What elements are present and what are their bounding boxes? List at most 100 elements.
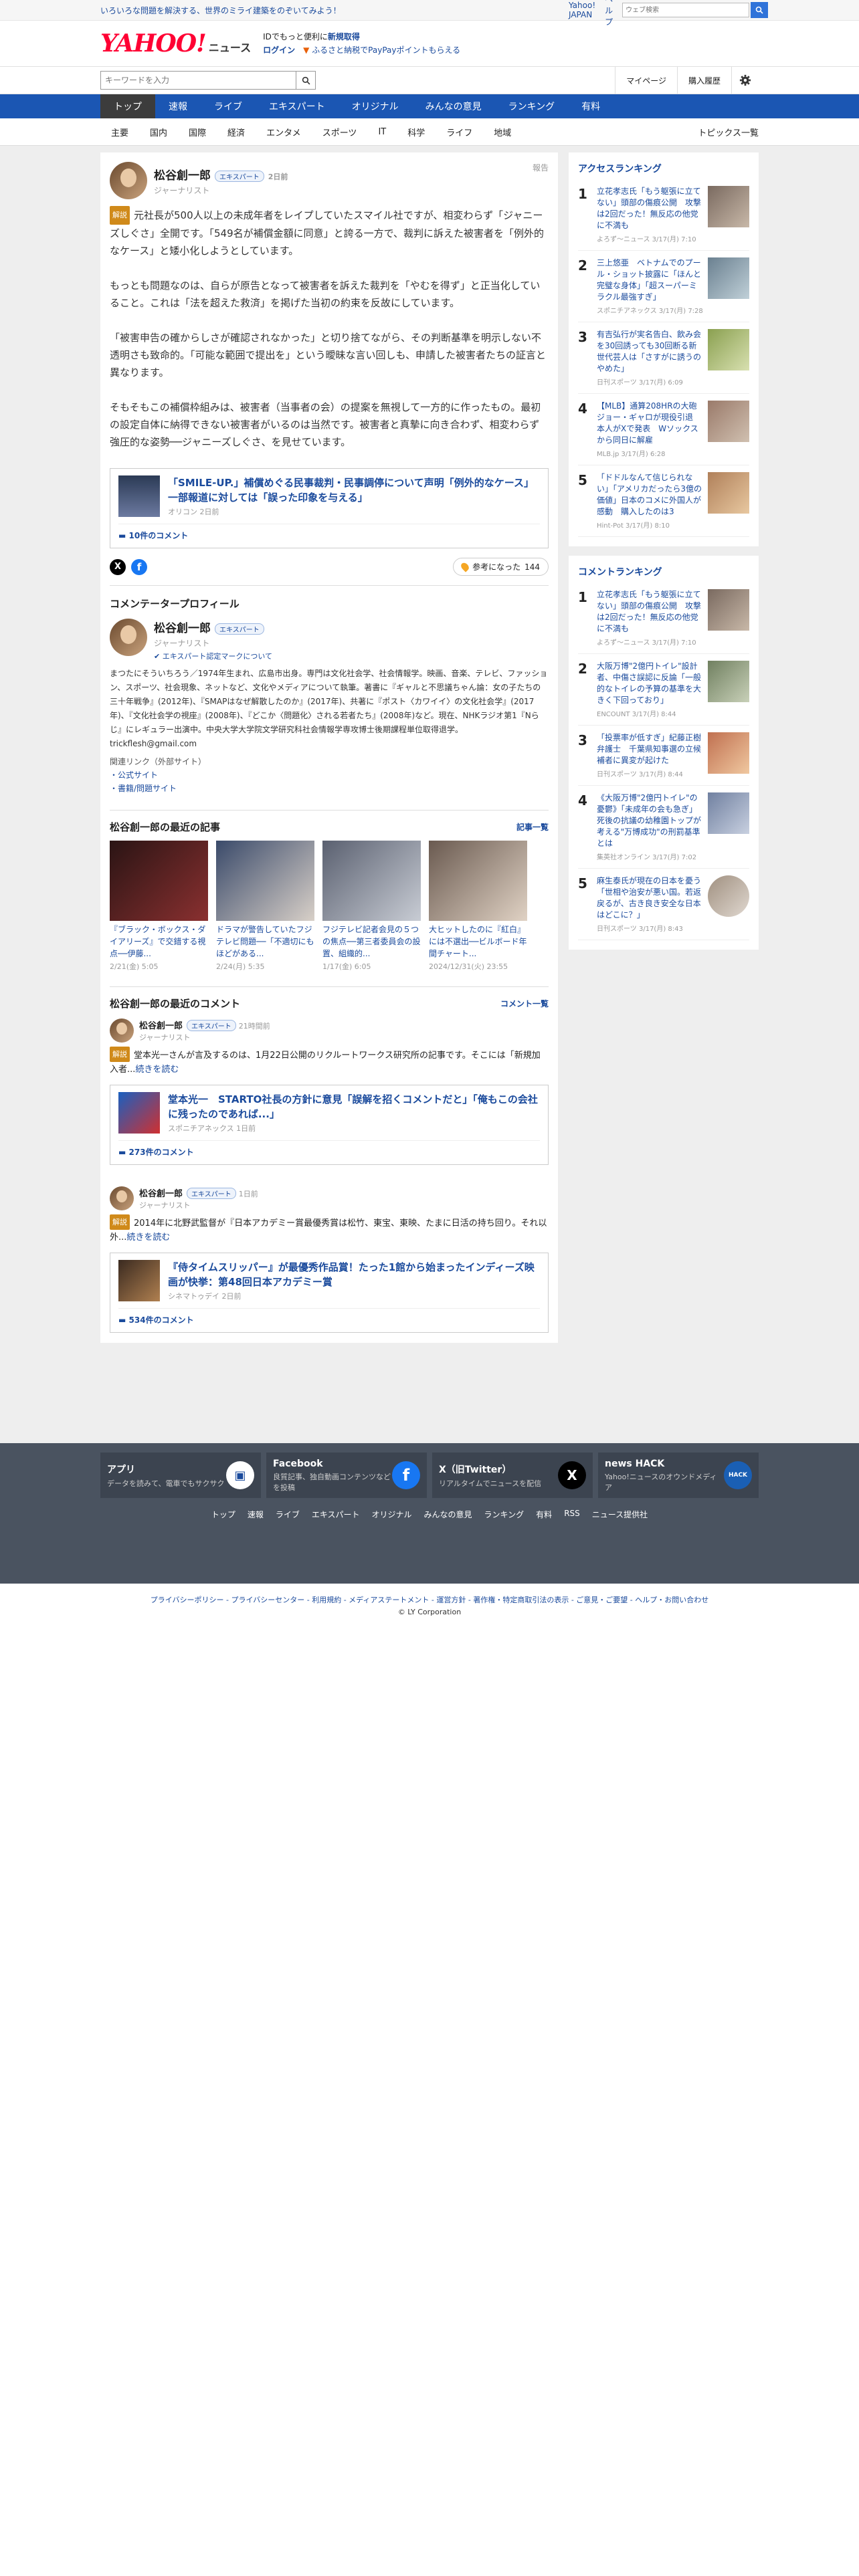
- related-article-card[interactable]: 堂本光一 STARTO社長の方針に意見「誤解を招くコメントだと」「俺もこの会社に…: [110, 1085, 549, 1165]
- category-local[interactable]: 地域: [483, 126, 522, 138]
- category-sports[interactable]: スポーツ: [312, 126, 368, 138]
- commenter-name[interactable]: 松谷創一郎: [139, 1021, 183, 1031]
- login-link[interactable]: ログイン: [263, 45, 295, 55]
- settings-button[interactable]: [731, 67, 759, 94]
- rank-number: 5: [578, 472, 587, 488]
- tab-ranking[interactable]: ランキング: [495, 94, 569, 118]
- web-search-button[interactable]: [751, 2, 769, 18]
- official-site-link[interactable]: ・公式サイト: [110, 768, 549, 782]
- footer-x-link[interactable]: X（旧Twitter） リアルタイムでニュースを配信 X: [432, 1453, 593, 1498]
- article-item[interactable]: 大ヒットしたのに『紅白』には不選出──ビルボード年間チャート... 2024/1…: [429, 841, 527, 972]
- category-domestic[interactable]: 国内: [139, 126, 178, 138]
- topics-list-link[interactable]: トピックス一覧: [698, 126, 759, 138]
- rank-number: 4: [578, 401, 587, 417]
- category-entertainment[interactable]: エンタメ: [256, 126, 312, 138]
- footer-nav-breaking[interactable]: 速報: [248, 1509, 264, 1520]
- mypage-link[interactable]: マイページ: [615, 67, 677, 94]
- ranking-item[interactable]: 4 【MLB】通算208HRの大砲ジョー・ギャロが現役引退 本人がXで発表 Wソッ…: [578, 394, 749, 465]
- comments-more-link[interactable]: コメント一覧: [500, 998, 549, 1009]
- footer-nav-providers[interactable]: ニュース提供社: [592, 1509, 648, 1520]
- commenter-name[interactable]: 松谷創一郎: [139, 1189, 183, 1199]
- category-it[interactable]: IT: [367, 127, 397, 137]
- footer-newshack-link[interactable]: news HACK Yahoo!ニュースのオウンドメディア HACK: [598, 1453, 759, 1498]
- ranking-item[interactable]: 1 立花孝志氏「もう躯張に立てない」頭部の傷痕公開 攻撃は2回だった！無反応の他党…: [578, 179, 749, 251]
- profile-name[interactable]: 松谷創一郎: [154, 622, 211, 635]
- footer-app-link[interactable]: アプリ データを読みて、電車でもサクサク ▣: [100, 1453, 261, 1498]
- footer-nav-live[interactable]: ライブ: [276, 1509, 300, 1520]
- expert-badge: エキスパート: [215, 623, 264, 635]
- promo-link[interactable]: いろいろな問題を解決する、世界のミライ建築をのぞいてみよう！: [100, 5, 341, 16]
- article-item[interactable]: 『ブラック・ボックス・ダイアリーズ』で交錯する視点──伊藤... 2/21(金)…: [110, 841, 208, 972]
- ranking-item[interactable]: 5 「ドドルなんて信じられない」「アメリカだったら3億の価値」日本のコメに外国人が…: [578, 465, 749, 537]
- tab-expert[interactable]: エキスパート: [256, 94, 339, 118]
- rank-number: 1: [578, 589, 587, 605]
- rank-number: 3: [578, 329, 587, 345]
- avatar[interactable]: [110, 1018, 134, 1043]
- ranking-item[interactable]: 2 大阪万博"2億円トイレ"設計者、中傷さ誤認に反論「一般的なトイレの予算の基準を…: [578, 654, 749, 726]
- facebook-share-icon[interactable]: f: [131, 558, 147, 575]
- rank-number: 5: [578, 875, 587, 891]
- related-article-card[interactable]: 『侍タイムスリッパー』が最優秀作品賞！たった1館から始まったインディーズ映画が快…: [110, 1253, 549, 1333]
- footer-policy-links[interactable]: プライバシーポリシー - プライバシーセンター - 利用規約 - メディアステー…: [0, 1594, 859, 1605]
- avatar[interactable]: [110, 619, 147, 656]
- footer-nav-paid[interactable]: 有料: [536, 1509, 552, 1520]
- ranking-item[interactable]: 2 三上悠亜 ベトナムでのプール・ショット披露に「ほんと完璧な身体」「超スーパーミ…: [578, 251, 749, 322]
- expert-cert-link[interactable]: ✔ エキスパート認定マークについて: [154, 652, 272, 661]
- comment-paragraph-3: 「被害申告の確からしさが確認されなかった」と切り捨てながら、その判断基準を明示し…: [110, 332, 547, 379]
- article-item[interactable]: フジテレビ記者会見の５つの焦点──第三者委員会の設置、組織的... 1/17(金…: [322, 841, 421, 972]
- category-world[interactable]: 国際: [178, 126, 217, 138]
- tab-original[interactable]: オリジナル: [339, 94, 412, 118]
- category-life[interactable]: ライフ: [436, 126, 483, 138]
- footer-nav-opinion[interactable]: みんなの意見: [424, 1509, 472, 1520]
- report-link[interactable]: 報告: [533, 162, 549, 173]
- ranking-item[interactable]: 5 麻生泰氏が現在の日本を憂う「世相や治安が悪い国。若返戻るが、古き良き安全な日本…: [578, 869, 749, 940]
- expert-cert-text: エキスパート認定マークについて: [162, 652, 273, 661]
- profile-links-label: 関連リンク（外部サイト）: [110, 757, 207, 766]
- tab-top[interactable]: トップ: [100, 94, 155, 118]
- footer-nav-top[interactable]: トップ: [211, 1509, 235, 1520]
- avatar[interactable]: [110, 1186, 134, 1210]
- furusato-link[interactable]: ふるさと納税でPayPayポイントもらえる: [312, 45, 460, 55]
- yahoo-news-logo[interactable]: YAHOO! ニュース: [100, 29, 251, 58]
- article-item[interactable]: ドラマが警告していたフジテレビ問題──「不適切にもほどがある... 2/24(月…: [216, 841, 314, 972]
- commenter-name[interactable]: 松谷創一郎: [154, 169, 211, 183]
- tab-breaking[interactable]: 速報: [155, 94, 201, 118]
- register-link[interactable]: 新規取得: [328, 32, 360, 41]
- footer-nav-rss[interactable]: RSS: [564, 1509, 580, 1520]
- helpful-button[interactable]: 参考になった 144: [453, 558, 549, 576]
- news-search-button[interactable]: [296, 72, 315, 89]
- tab-live[interactable]: ライブ: [201, 94, 256, 118]
- yahoo-japan-link[interactable]: Yahoo! JAPAN: [569, 1, 595, 19]
- books-site-link[interactable]: ・書籍/問題サイト: [110, 782, 549, 795]
- footer-nav-ranking[interactable]: ランキング: [484, 1509, 524, 1520]
- category-science[interactable]: 科学: [397, 126, 436, 138]
- article-title: ドラマが警告していたフジテレビ問題──「不適切にもほどがある...: [216, 925, 314, 958]
- commenter-role: ジャーナリスト: [139, 1201, 191, 1210]
- purchase-history-link[interactable]: 購入履歴: [676, 67, 731, 94]
- article-date: 2024/12/31(火) 23:55: [429, 962, 508, 971]
- footer-nav-original[interactable]: オリジナル: [372, 1509, 412, 1520]
- tab-opinion[interactable]: みんなの意見: [412, 94, 495, 118]
- ranking-item[interactable]: 4 《大阪万博"2億円トイレ"の憂鬱》「未成年の会も急ぎ」死後の抗議の幼稚園トップ…: [578, 786, 749, 869]
- category-business[interactable]: 経済: [217, 126, 256, 138]
- related-article-card[interactable]: 「SMILE-UP.」補償めぐる民事裁判・民事調停について声明「例外的なケース」…: [110, 468, 549, 548]
- footer-facebook-link[interactable]: Facebook 良質記事、独自動画コンテンツなどを投稿 f: [266, 1453, 427, 1498]
- tab-paid[interactable]: 有料: [568, 94, 613, 118]
- ranking-thumbnail: [708, 257, 749, 299]
- read-more-link[interactable]: 続きを読む: [126, 1232, 170, 1243]
- ranking-item[interactable]: 3 有吉弘行が実名告白、飲み会を30回誘っても30回断る新世代芸人は「さすがに誘う…: [578, 322, 749, 394]
- comment-paragraph-2: もっとも問題なのは、自らが原告となって被害者を訴えた裁判を「やむを得ず」と正当化…: [110, 280, 541, 309]
- footer-nav-expert[interactable]: エキスパート: [312, 1509, 360, 1520]
- newshack-icon: HACK: [724, 1461, 752, 1489]
- x-share-icon[interactable]: X: [110, 558, 126, 575]
- articles-more-link[interactable]: 記事一覧: [516, 821, 549, 833]
- read-more-link[interactable]: 続きを読む: [135, 1065, 179, 1075]
- ranking-item[interactable]: 3 「投票率が低すぎ」紀藤正樹弁護士 千葉県知事選の立候補者に異変が起けた 日刊スポ…: [578, 726, 749, 786]
- web-search-input[interactable]: [622, 3, 750, 17]
- ranking-item[interactable]: 1 立花孝志氏「もう躯張に立てない」頭部の傷痕公開 攻撃は2回だった！無反応の他党…: [578, 582, 749, 654]
- news-search-input[interactable]: [101, 73, 296, 88]
- category-main[interactable]: 主要: [100, 126, 139, 138]
- help-link[interactable]: ヘルプ: [605, 0, 613, 27]
- avatar[interactable]: [110, 162, 147, 199]
- article-date: 2/24(月) 5:35: [216, 962, 265, 971]
